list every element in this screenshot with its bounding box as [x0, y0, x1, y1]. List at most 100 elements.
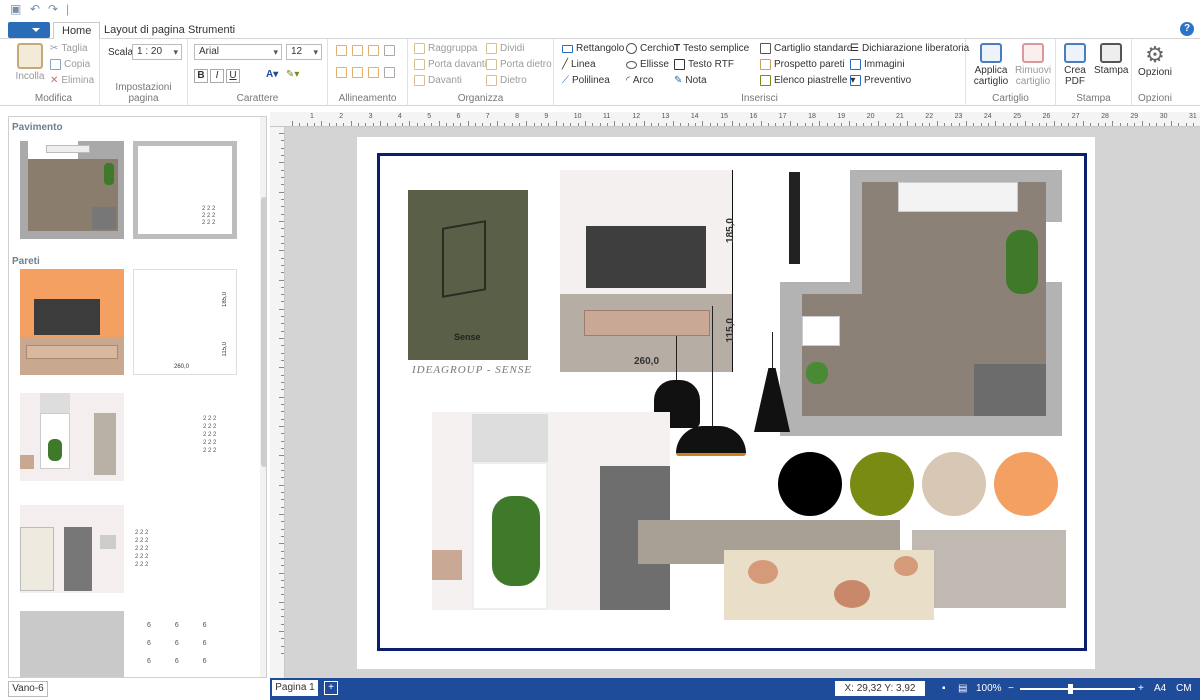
color-swatch-orange[interactable] [994, 452, 1058, 516]
thumb-parete-4-layout[interactable]: 6 6 66 6 66 6 6 [133, 611, 237, 677]
wall-elevation[interactable] [560, 170, 733, 372]
align-center-icon[interactable] [352, 45, 363, 56]
ruler-tick [511, 123, 513, 126]
measure-unit[interactable]: CM [1176, 683, 1192, 694]
align-bottom-icon[interactable] [368, 67, 379, 78]
color-swatch-black[interactable] [778, 452, 842, 516]
zoom-slider[interactable] [1020, 684, 1135, 694]
thumb-parete-3-layout[interactable]: 2 2 22 2 22 2 22 2 22 2 2 [133, 505, 237, 593]
porta-davanti-button[interactable]: Porta davanti [414, 59, 487, 70]
zoom-slider-knob[interactable] [1068, 684, 1073, 694]
undo-icon[interactable]: ↶ [30, 2, 40, 16]
dividi-button[interactable]: Dividi [486, 43, 524, 54]
page-tab[interactable]: Pagina 1 [272, 680, 318, 696]
ruler-label: 26 [1042, 113, 1051, 120]
pendant-lamp-2[interactable] [676, 426, 746, 456]
taglia-button[interactable]: ✂ Taglia [50, 43, 88, 54]
highlight-icon[interactable]: ✎▾ [286, 69, 299, 80]
porta-dietro-button[interactable]: Porta dietro [486, 59, 552, 70]
dietro-button[interactable]: Dietro [486, 75, 527, 86]
thumb-pavimento-layout[interactable]: 2 2 22 2 22 2 2 [133, 141, 237, 239]
group-organizza: Raggruppa Dividi Porta davanti Porta die… [408, 39, 554, 106]
align-left-icon[interactable] [336, 45, 347, 56]
arco-button[interactable]: ◜ Arco [626, 75, 653, 86]
opzioni-button[interactable]: ⚙ Opzioni [1136, 43, 1174, 79]
distribute-v-icon[interactable] [384, 67, 395, 78]
ruler-label: 18 [808, 113, 816, 120]
tab-home[interactable]: Home [53, 22, 101, 40]
thumb-parete-2-layout[interactable]: 2 2 22 2 22 2 22 2 22 2 2 [133, 393, 237, 481]
ruler-tick [279, 133, 284, 134]
tile-sample-stone[interactable] [912, 530, 1066, 608]
polilinea-button[interactable]: ⟋ Polilinea [562, 75, 610, 86]
align-middle-icon[interactable] [352, 67, 363, 78]
fit-width-icon[interactable]: ▤ [958, 683, 967, 694]
design-canvas[interactable]: Sense IDEAGROUP - SENSE 185,0 115,0 260,… [285, 127, 1200, 678]
redo-icon[interactable]: ↷ [48, 2, 58, 16]
stampa-button[interactable]: Stampa [1094, 43, 1128, 76]
crea-pdf-button[interactable]: Crea PDF [1060, 43, 1090, 87]
ruler-tick [570, 123, 572, 126]
color-swatch-beige[interactable] [922, 452, 986, 516]
ellisse-button[interactable]: Ellisse [626, 59, 669, 70]
ruler-label: 27 [1071, 113, 1080, 120]
scala-select[interactable]: 1 : 20 [132, 44, 182, 60]
add-page-icon[interactable]: + [324, 681, 338, 695]
font-select[interactable]: Arial [194, 44, 282, 60]
elenco-piastrelle-button[interactable]: Elenco piastrelle ▾ [760, 75, 855, 86]
thumb-parete-4-render[interactable] [20, 611, 124, 677]
tile-sample-floral[interactable] [724, 550, 934, 620]
zoom-in-button[interactable]: + [1138, 683, 1144, 694]
testo-rtf-button[interactable]: Testo RTF [674, 59, 734, 70]
rimuovi-cartiglio-button[interactable]: Rimuovi cartiglio [1012, 43, 1054, 87]
align-top-icon[interactable] [336, 67, 347, 78]
file-menu-button[interactable] [8, 22, 50, 38]
poster-image[interactable]: Sense [408, 190, 528, 360]
nota-button[interactable]: ✎ Nota [674, 75, 707, 86]
ruler-tick [921, 123, 923, 126]
tab-strumenti[interactable]: Strumenti [180, 22, 243, 39]
linea-button[interactable]: ╱ Linea [562, 59, 596, 70]
thumb-parete-2-render[interactable] [20, 393, 124, 481]
fit-page-icon[interactable]: ▪ [942, 683, 946, 694]
italic-button[interactable]: I [210, 69, 224, 83]
underline-button[interactable]: U [226, 69, 240, 83]
thumb-parete-3-render[interactable] [20, 505, 124, 593]
prospetto-pareti-button[interactable]: Prospetto pareti [760, 59, 845, 70]
applica-cartiglio-button[interactable]: Applica cartiglio [970, 43, 1012, 87]
scrollbar-thumb[interactable] [261, 197, 266, 467]
preventivo-button[interactable]: Preventivo [850, 75, 911, 86]
bold-button[interactable]: B [194, 69, 208, 83]
ruler-tick [281, 550, 284, 552]
cartiglio-standard-button[interactable]: Cartiglio standard [760, 43, 852, 54]
copia-button[interactable]: Copia [50, 59, 90, 70]
raggruppa-button[interactable]: Raggruppa [414, 43, 477, 54]
cerchio-button[interactable]: Cerchio [626, 43, 674, 54]
tab-layout[interactable]: Layout di pagina [96, 22, 193, 39]
thumb-pavimento-render[interactable] [20, 141, 124, 239]
paper-size[interactable]: A4 [1154, 683, 1166, 694]
font-size-select[interactable]: 12 [286, 44, 322, 60]
save-icon[interactable]: ▣ [10, 2, 21, 16]
floor-plan[interactable] [780, 170, 1062, 436]
group-label-stampa: Stampa [1076, 93, 1111, 104]
thumb-parete-dimensioni[interactable]: 185,0 115,0 260,0 [133, 269, 237, 375]
vano-tab[interactable]: Vano-6 [8, 681, 48, 697]
panel-scrollbar[interactable] [260, 117, 266, 677]
elimina-button[interactable]: ✕ Elimina [50, 75, 94, 86]
davanti-button[interactable]: Davanti [414, 75, 462, 86]
font-color-icon[interactable]: A▾ [266, 69, 278, 80]
help-icon[interactable]: ? [1180, 22, 1194, 36]
align-right-icon[interactable] [368, 45, 379, 56]
color-swatch-olive[interactable] [850, 452, 914, 516]
distribute-icon[interactable] [384, 45, 395, 56]
immagini-button[interactable]: Immagini [850, 59, 905, 70]
rettangolo-button[interactable]: Rettangolo [562, 43, 624, 54]
incolla-button[interactable]: Incolla [12, 43, 48, 82]
dichiarazione-button[interactable]: ☰ Dichiarazione liberatoria [850, 43, 969, 54]
ruler-tick [951, 123, 953, 126]
thumb-parete-render[interactable] [20, 269, 124, 375]
ruler-tick [907, 121, 909, 126]
testo-semplice-button[interactable]: T Testo semplice [674, 43, 749, 54]
zoom-out-button[interactable]: − [1008, 683, 1014, 694]
